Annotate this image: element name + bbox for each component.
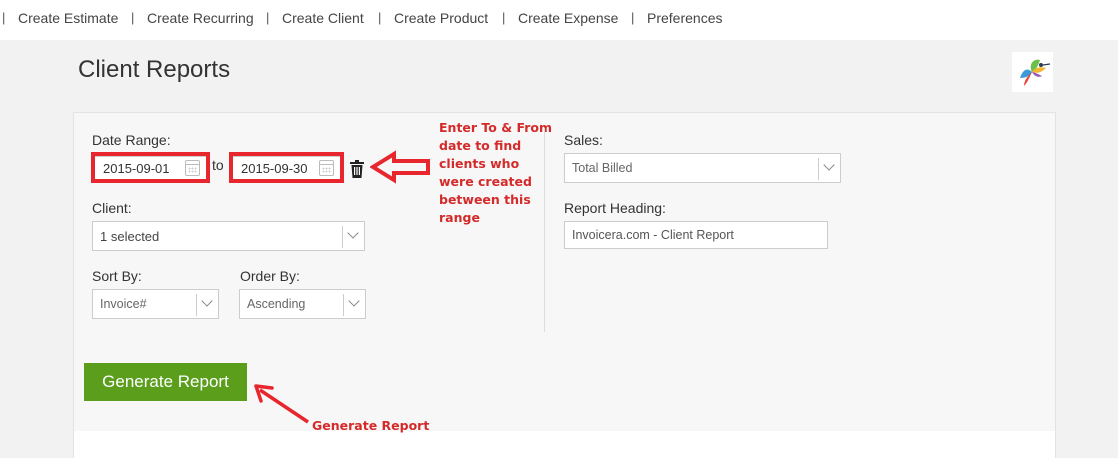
order-by-value: Ascending xyxy=(247,297,306,311)
highlight-box xyxy=(229,152,344,183)
sales-label: Sales: xyxy=(564,132,603,148)
nav-create-product[interactable]: Create Product xyxy=(394,10,488,26)
nav-preferences[interactable]: Preferences xyxy=(647,10,722,26)
annotation-line: between this xyxy=(439,192,531,207)
chevron-down-icon xyxy=(818,158,840,180)
order-by-label: Order By: xyxy=(240,268,300,284)
annotation-line: range xyxy=(439,210,480,225)
generate-report-annotation: Generate Report xyxy=(312,418,430,433)
nav-create-estimate[interactable]: Create Estimate xyxy=(18,10,118,26)
page-title: Client Reports xyxy=(78,56,231,83)
chevron-down-icon xyxy=(196,294,218,316)
annotation-line: date to find xyxy=(439,138,522,153)
nav-create-expense[interactable]: Create Expense xyxy=(518,10,618,26)
date-range-label: Date Range: xyxy=(92,132,171,148)
panel-footer xyxy=(74,431,1055,458)
client-label: Client: xyxy=(92,200,132,216)
client-select[interactable]: 1 selected xyxy=(92,221,365,251)
client-select-value: 1 selected xyxy=(100,229,160,244)
nav-separator: | xyxy=(378,10,382,25)
highlight-box xyxy=(91,152,210,183)
to-label: to xyxy=(212,157,224,173)
trash-icon[interactable] xyxy=(350,160,364,178)
sales-select[interactable]: Total Billed xyxy=(564,153,841,183)
report-heading-value: Invoicera.com - Client Report xyxy=(572,228,734,242)
nav-separator: | xyxy=(131,10,135,25)
nav-create-recurring[interactable]: Create Recurring xyxy=(147,10,254,26)
hummingbird-logo-icon xyxy=(1012,52,1053,92)
chevron-down-icon xyxy=(343,294,365,316)
chevron-down-icon xyxy=(342,226,364,248)
column-divider xyxy=(544,128,545,332)
generate-report-button[interactable]: Generate Report xyxy=(84,363,247,401)
sort-by-select[interactable]: Invoice# xyxy=(92,289,219,319)
date-range-annotation: Enter To & From date to find clients who… xyxy=(439,119,552,227)
report-heading-input[interactable]: Invoicera.com - Client Report xyxy=(564,221,828,249)
nav-separator: | xyxy=(266,10,270,25)
annotation-line: clients who xyxy=(439,156,520,171)
annotation-line: were created xyxy=(439,174,532,189)
nav-separator: | xyxy=(502,10,506,25)
nav-separator: | xyxy=(631,10,635,25)
nav-separator: | xyxy=(2,10,6,25)
annotation-arrow-icon xyxy=(254,384,309,424)
nav-create-client[interactable]: Create Client xyxy=(282,10,364,26)
sort-by-label: Sort By: xyxy=(92,268,142,284)
report-heading-label: Report Heading: xyxy=(564,200,666,216)
sales-select-value: Total Billed xyxy=(572,161,633,175)
order-by-select[interactable]: Ascending xyxy=(239,289,366,319)
sort-by-value: Invoice# xyxy=(100,297,147,311)
annotation-line: Enter To & From xyxy=(439,120,552,135)
annotation-arrow-icon xyxy=(370,150,430,184)
top-nav: | Create Estimate | Create Recurring | C… xyxy=(0,0,1118,40)
